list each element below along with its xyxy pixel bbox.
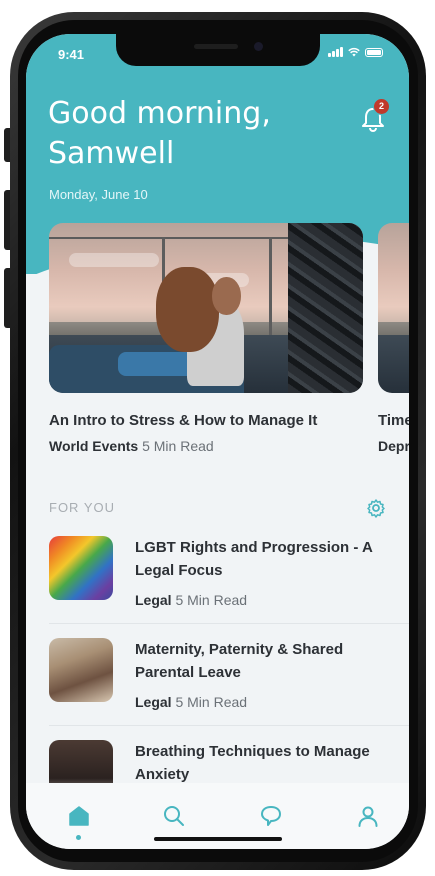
article-meta: Legal 5 Min Read	[135, 592, 247, 608]
featured-card-image[interactable]	[378, 223, 409, 393]
featured-card-meta: World Events 5 Min Read	[49, 438, 214, 454]
greeting-heading: Good morning, Samwell	[48, 96, 271, 171]
bottom-nav	[26, 783, 409, 849]
read-time: 5 Min Read	[142, 438, 214, 454]
active-tab-indicator	[76, 835, 81, 840]
status-icons	[328, 47, 383, 57]
battery-icon	[365, 47, 383, 57]
wifi-icon	[348, 47, 360, 57]
category-label: Depr	[378, 438, 409, 454]
section-label-for-you: FOR YOU	[49, 500, 115, 515]
article-title: LGBT Rights and Progression - A Legal Fo…	[135, 539, 373, 579]
profile-icon[interactable]	[355, 803, 381, 829]
list-item[interactable]: LGBT Rights and Progression - A Legal Fo…	[49, 536, 389, 611]
category-label: Legal	[135, 694, 172, 710]
speaker-grille	[194, 44, 238, 49]
article-title: Maternity, Paternity & Shared Parental L…	[135, 641, 344, 681]
settings-gear-icon[interactable]	[366, 498, 386, 518]
article-meta: Legal 5 Min Read	[135, 694, 247, 710]
thumbnail-image	[49, 638, 113, 702]
home-icon[interactable]	[66, 803, 92, 829]
category-label: Legal	[135, 592, 172, 608]
featured-card-title[interactable]: Time	[378, 412, 409, 429]
chat-icon[interactable]	[258, 803, 284, 829]
featured-card-meta: Depr	[378, 438, 409, 454]
photo-person-head	[212, 277, 241, 315]
app-screen: 9:41 Good morning, Samwell Monday, June …	[26, 34, 409, 849]
article-thumbnail	[49, 536, 113, 600]
thumbnail-image	[49, 536, 113, 600]
front-camera	[254, 42, 263, 51]
featured-card-image[interactable]	[49, 223, 363, 393]
photo-cloud	[69, 253, 159, 267]
divider	[49, 623, 409, 624]
article-thumbnail	[49, 638, 113, 702]
article-title: Breathing Techniques to Manage Anxiety	[135, 743, 370, 783]
photo-railing-post	[268, 236, 272, 339]
read-time: 5 Min Read	[175, 592, 248, 608]
signal-icon	[328, 47, 343, 57]
home-indicator[interactable]	[154, 837, 282, 841]
featured-card-title[interactable]: An Intro to Stress & How to Manage It	[49, 412, 317, 429]
category-label: World Events	[49, 438, 139, 454]
photo-curtain	[287, 223, 363, 393]
phone-notch	[116, 34, 320, 66]
date-label: Monday, June 10	[49, 187, 148, 202]
photo-dog	[155, 267, 219, 353]
read-time: 5 Min Read	[175, 694, 248, 710]
divider	[49, 725, 409, 726]
notification-badge: 2	[373, 98, 390, 115]
photo-sky	[378, 223, 409, 329]
status-time: 9:41	[58, 47, 85, 62]
list-item[interactable]: Maternity, Paternity & Shared Parental L…	[49, 638, 389, 713]
search-icon[interactable]	[161, 803, 187, 829]
photo-floor	[378, 335, 409, 393]
